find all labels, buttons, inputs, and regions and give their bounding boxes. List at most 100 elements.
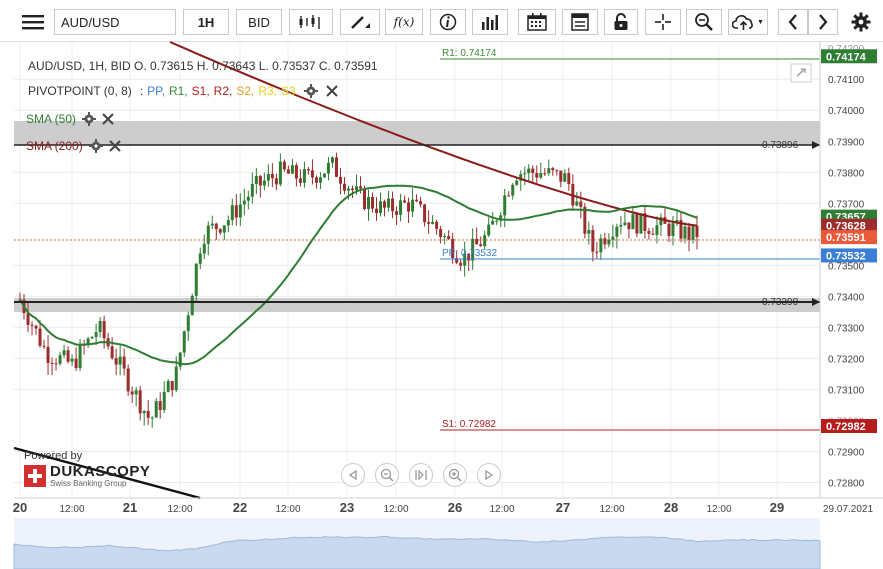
time-tick-label: 12:00 [489,504,514,515]
time-tick-label: 20 [13,500,27,515]
candle-body [495,220,499,222]
time-tick-label: 28 [664,500,678,515]
r1-label: R1: 0.74174 [442,48,497,59]
candle-body [186,315,190,332]
price-tick-label: 0.73800 [828,168,865,179]
pan-right-button[interactable] [477,463,501,487]
candle-body [54,363,58,365]
price-badge-label: 0.73532 [826,250,866,262]
candle-body [338,176,342,184]
candle-body [318,177,322,183]
candle-body [407,202,411,212]
price-tick-label: 0.73300 [828,323,865,334]
candle-body [647,230,651,234]
candle-body [627,222,631,230]
close-icon[interactable] [108,140,121,152]
time-tick-label: 26 [448,500,462,515]
sma200-legend: SMA (200) [26,139,121,153]
zoom-in-icon [448,468,462,482]
candle-body [411,199,415,212]
zoom-out-button[interactable] [375,463,399,487]
time-tick-label: 12:00 [383,504,408,515]
candle-body [174,366,178,391]
candle-body [635,214,639,234]
candle-body [66,350,70,362]
hline-upper-label: 0.73896 [762,140,799,151]
candle-body [286,169,290,174]
candle-body [30,324,34,326]
price-tick-label: 0.74000 [828,106,865,117]
candle-body [226,220,230,226]
candle-body [98,321,102,333]
candle-body [367,197,371,209]
candle-body [655,225,659,235]
expand-icon[interactable] [790,63,812,83]
pivot-name: PIVOTPOINT (0, 8) [28,84,132,98]
candle-body [118,356,122,365]
price-tick-label: 0.73700 [828,199,865,210]
powered-by-text: Powered by [24,450,83,462]
s1-label: S1: 0.72982 [442,419,496,430]
candle-body [555,170,559,172]
candle-body [230,205,234,221]
price-tick-label: 0.74100 [828,75,865,86]
candle-body [310,170,314,178]
candle-body [70,358,74,362]
candle-body [210,223,214,226]
triangle-left-icon [348,470,357,480]
time-tick-label: 23 [340,500,354,515]
candle-body [611,236,615,240]
time-tick-label: 27 [556,500,570,515]
candle-body [563,173,567,182]
candle-body [222,225,226,233]
candle-body [102,321,106,339]
candle-body [487,224,491,236]
swiss-cross-icon [24,465,46,487]
candle-body [278,161,282,185]
candle-body [543,173,547,175]
pivot-level-label: S2, [236,84,255,98]
candle-body [395,211,399,215]
close-icon[interactable] [102,113,114,125]
hline-lower-label: 0.73390 [762,297,799,308]
candle-body [639,213,643,234]
price-tick-label: 0.73900 [828,137,865,148]
candle-body [110,346,114,359]
candle-body [90,337,94,339]
candle-body [535,173,539,178]
gear-icon[interactable] [303,84,318,98]
candle-body [298,178,302,183]
gear-icon[interactable] [82,112,97,126]
candle-body [350,188,354,191]
price-tick-label: 0.73400 [828,292,865,303]
candle-body [459,262,463,266]
sma50-label: SMA (50) [26,112,77,126]
candle-body [531,168,535,174]
candle-body [435,221,439,229]
candle-body [623,222,627,225]
reset-zoom-button[interactable] [409,463,433,487]
candle-body [579,201,583,207]
candle-body [346,188,350,191]
candle-body [667,223,671,236]
pivot-level-label: S1, [191,84,210,98]
support-zone [14,298,820,312]
candle-body [615,226,619,237]
candle-body [170,381,174,391]
candle-body [218,229,222,233]
close-icon[interactable] [326,85,338,97]
candle-body [238,204,242,218]
candle-body [234,205,238,218]
pan-left-button[interactable] [341,463,365,487]
pivot-level-list: PP, R1, S1, R2, S2, R3, S3 [147,84,300,98]
candle-body [503,195,507,216]
brand-tagline: Swiss Banking Group [50,479,127,488]
candle-body [190,295,194,316]
candle-body [50,362,54,364]
zoom-in-button[interactable] [443,463,467,487]
gear-icon[interactable] [88,139,103,153]
candle-body [38,328,42,346]
candle-body [483,235,487,247]
candle-body [266,174,270,181]
candle-body [270,174,274,179]
